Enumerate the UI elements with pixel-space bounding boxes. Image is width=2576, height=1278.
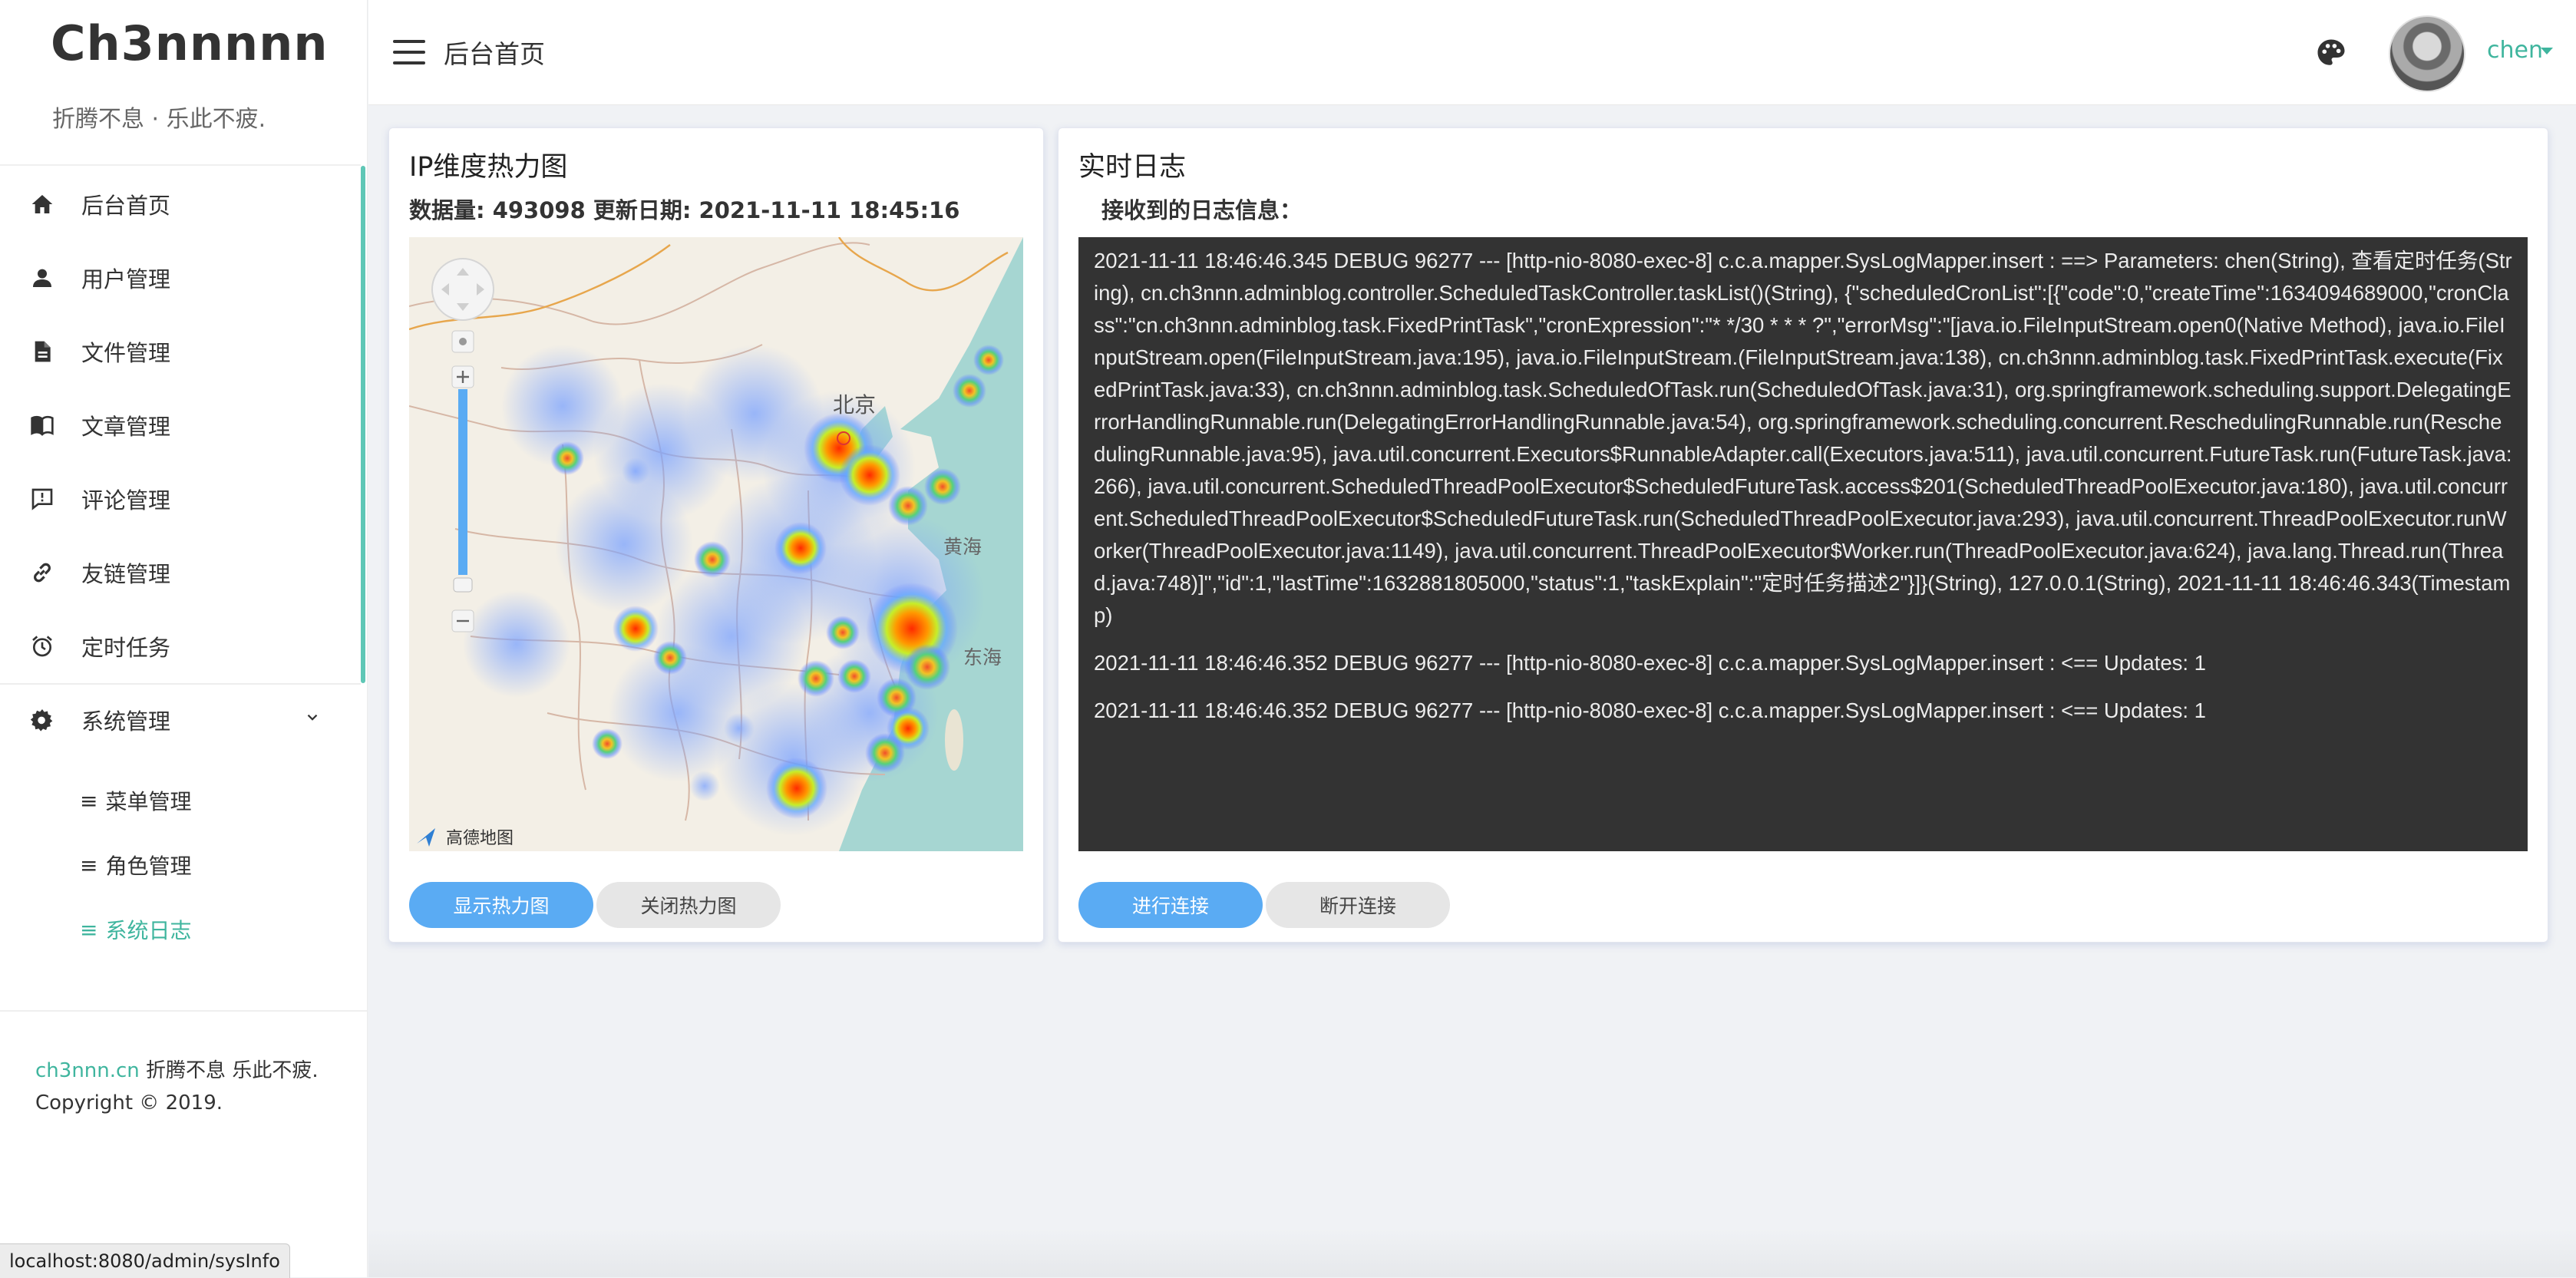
file-icon xyxy=(29,338,55,365)
sidebar-item-label: 评论管理 xyxy=(81,487,171,514)
sidebar-subitem-label: 系统日志 xyxy=(105,918,192,943)
sidebar-item-links[interactable]: 友链管理 xyxy=(0,536,361,609)
copyright: Copyright © 2019. xyxy=(35,1091,223,1115)
sidebar-item-scheduled-tasks[interactable]: 定时任务 xyxy=(0,609,361,683)
card-title: 实时日志 xyxy=(1078,152,1187,183)
sidebar-subitem-menu[interactable]: ≡ 菜单管理 xyxy=(80,774,191,827)
footer-slogan: 折腾不息 乐此不疲. xyxy=(139,1059,319,1082)
avatar[interactable] xyxy=(2389,15,2465,92)
sidebar-item-label: 文件管理 xyxy=(81,340,171,366)
show-heatmap-button[interactable]: 显示热力图 xyxy=(409,882,593,928)
sidebar-item-label: 后台首页 xyxy=(81,193,171,219)
sidebar-item-label: 定时任务 xyxy=(81,635,171,661)
sidebar-item-articles[interactable]: 文章管理 xyxy=(0,388,361,462)
map-label-beijing: 北京 xyxy=(833,393,876,417)
home-icon xyxy=(29,191,55,217)
close-heatmap-button[interactable]: 关闭热力图 xyxy=(596,882,781,928)
zoom-slider-track[interactable] xyxy=(458,389,467,575)
map-zoom-control[interactable] xyxy=(431,258,494,632)
alarm-icon xyxy=(29,633,55,659)
country-border xyxy=(409,237,1009,331)
log-entry: 2021-11-11 18:46:46.352 DEBUG 96277 --- … xyxy=(1094,651,2206,675)
user-icon xyxy=(29,265,55,291)
sidebar-subitem-syslog[interactable]: ≡ 系统日志 xyxy=(80,903,191,956)
link-icon xyxy=(29,560,55,586)
menu-toggle-icon[interactable] xyxy=(393,40,425,66)
map-label-yellow-sea: 黄海 xyxy=(943,537,982,558)
chevron-down-icon xyxy=(307,714,318,721)
amap-logo-icon xyxy=(417,828,435,847)
sidebar-item-home[interactable]: 后台首页 xyxy=(0,167,361,241)
gear-icon xyxy=(29,707,55,733)
sidebar-item-comments[interactable]: 评论管理 xyxy=(0,462,361,536)
divider xyxy=(0,164,361,166)
map-label-east-sea: 东海 xyxy=(963,647,1002,669)
sidebar-item-users[interactable]: 用户管理 xyxy=(0,241,361,315)
heatmap-meta: 数据量: 493098 更新日期: 2021-11-11 18:45:16 xyxy=(409,197,960,223)
sidebar-subitem-label: 菜单管理 xyxy=(105,789,192,814)
island xyxy=(945,709,963,771)
sidebar-item-label: 友链管理 xyxy=(81,561,171,587)
zoom-slider-handle[interactable] xyxy=(453,577,473,593)
sidebar-subitem-roles[interactable]: ≡ 角色管理 xyxy=(80,838,191,892)
footer-text: ch3nnn.cn 折腾不息 乐此不疲. xyxy=(35,1055,319,1083)
top-header: 后台首页 chen xyxy=(368,0,2576,105)
footer-link[interactable]: ch3nnn.cn xyxy=(35,1059,140,1082)
username[interactable]: chen xyxy=(2487,37,2543,64)
sidebar-item-files[interactable]: 文件管理 xyxy=(0,315,361,388)
log-entry: 2021-11-11 18:46:46.345 DEBUG 96277 --- … xyxy=(1094,249,2512,627)
log-output[interactable]: 2021-11-11 18:46:46.345 DEBUG 96277 --- … xyxy=(1078,237,2528,851)
list-icon: ≡ xyxy=(80,788,98,814)
locate-icon xyxy=(459,338,467,345)
palette-icon[interactable] xyxy=(2315,37,2347,69)
sidebar-item-label: 用户管理 xyxy=(81,266,171,292)
heatmap-card: IP维度热力图 数据量: 493098 更新日期: 2021-11-11 18:… xyxy=(388,127,1044,943)
map-attribution: 高德地图 xyxy=(446,828,514,847)
sidebar-item-label: 文章管理 xyxy=(81,414,171,440)
sidebar: Ch3nnnnn 折腾不息 · 乐此不疲. 后台首页 用户管理 文件管理 文章管… xyxy=(0,0,368,1277)
status-bar-url: localhost:8080/admin/sysInfo xyxy=(0,1243,290,1278)
brand-title[interactable]: Ch3nnnnn xyxy=(51,15,328,71)
connect-button[interactable]: 进行连接 xyxy=(1078,882,1263,928)
list-icon: ≡ xyxy=(80,852,98,878)
disconnect-button[interactable]: 断开连接 xyxy=(1266,882,1450,928)
sidebar-subitem-label: 角色管理 xyxy=(105,854,192,879)
list-icon: ≡ xyxy=(80,916,98,943)
realtime-log-card: 实时日志 接收到的日志信息： 2021-11-11 18:46:46.345 D… xyxy=(1058,127,2548,943)
page-title: 后台首页 xyxy=(444,39,545,69)
sidebar-item-label: 系统管理 xyxy=(81,708,171,735)
heatmap-map[interactable]: 北京 黄海 东海 高德地图 xyxy=(409,237,1023,851)
log-entry: 2021-11-11 18:46:46.352 DEBUG 96277 --- … xyxy=(1094,698,2206,722)
caret-down-icon[interactable] xyxy=(2541,48,2553,54)
brand-subtitle: 折腾不息 · 乐此不疲. xyxy=(52,106,266,133)
card-title: IP维度热力图 xyxy=(409,152,568,183)
divider xyxy=(0,1010,367,1012)
log-subtitle: 接收到的日志信息： xyxy=(1101,197,1303,223)
nav-scrollbar[interactable] xyxy=(361,166,365,683)
page-background xyxy=(368,1228,2576,1277)
comment-icon xyxy=(29,486,55,512)
book-icon xyxy=(29,412,55,438)
sidebar-item-system[interactable]: 系统管理 xyxy=(0,683,361,757)
map-canvas: 北京 黄海 东海 高德地图 xyxy=(409,237,1023,851)
